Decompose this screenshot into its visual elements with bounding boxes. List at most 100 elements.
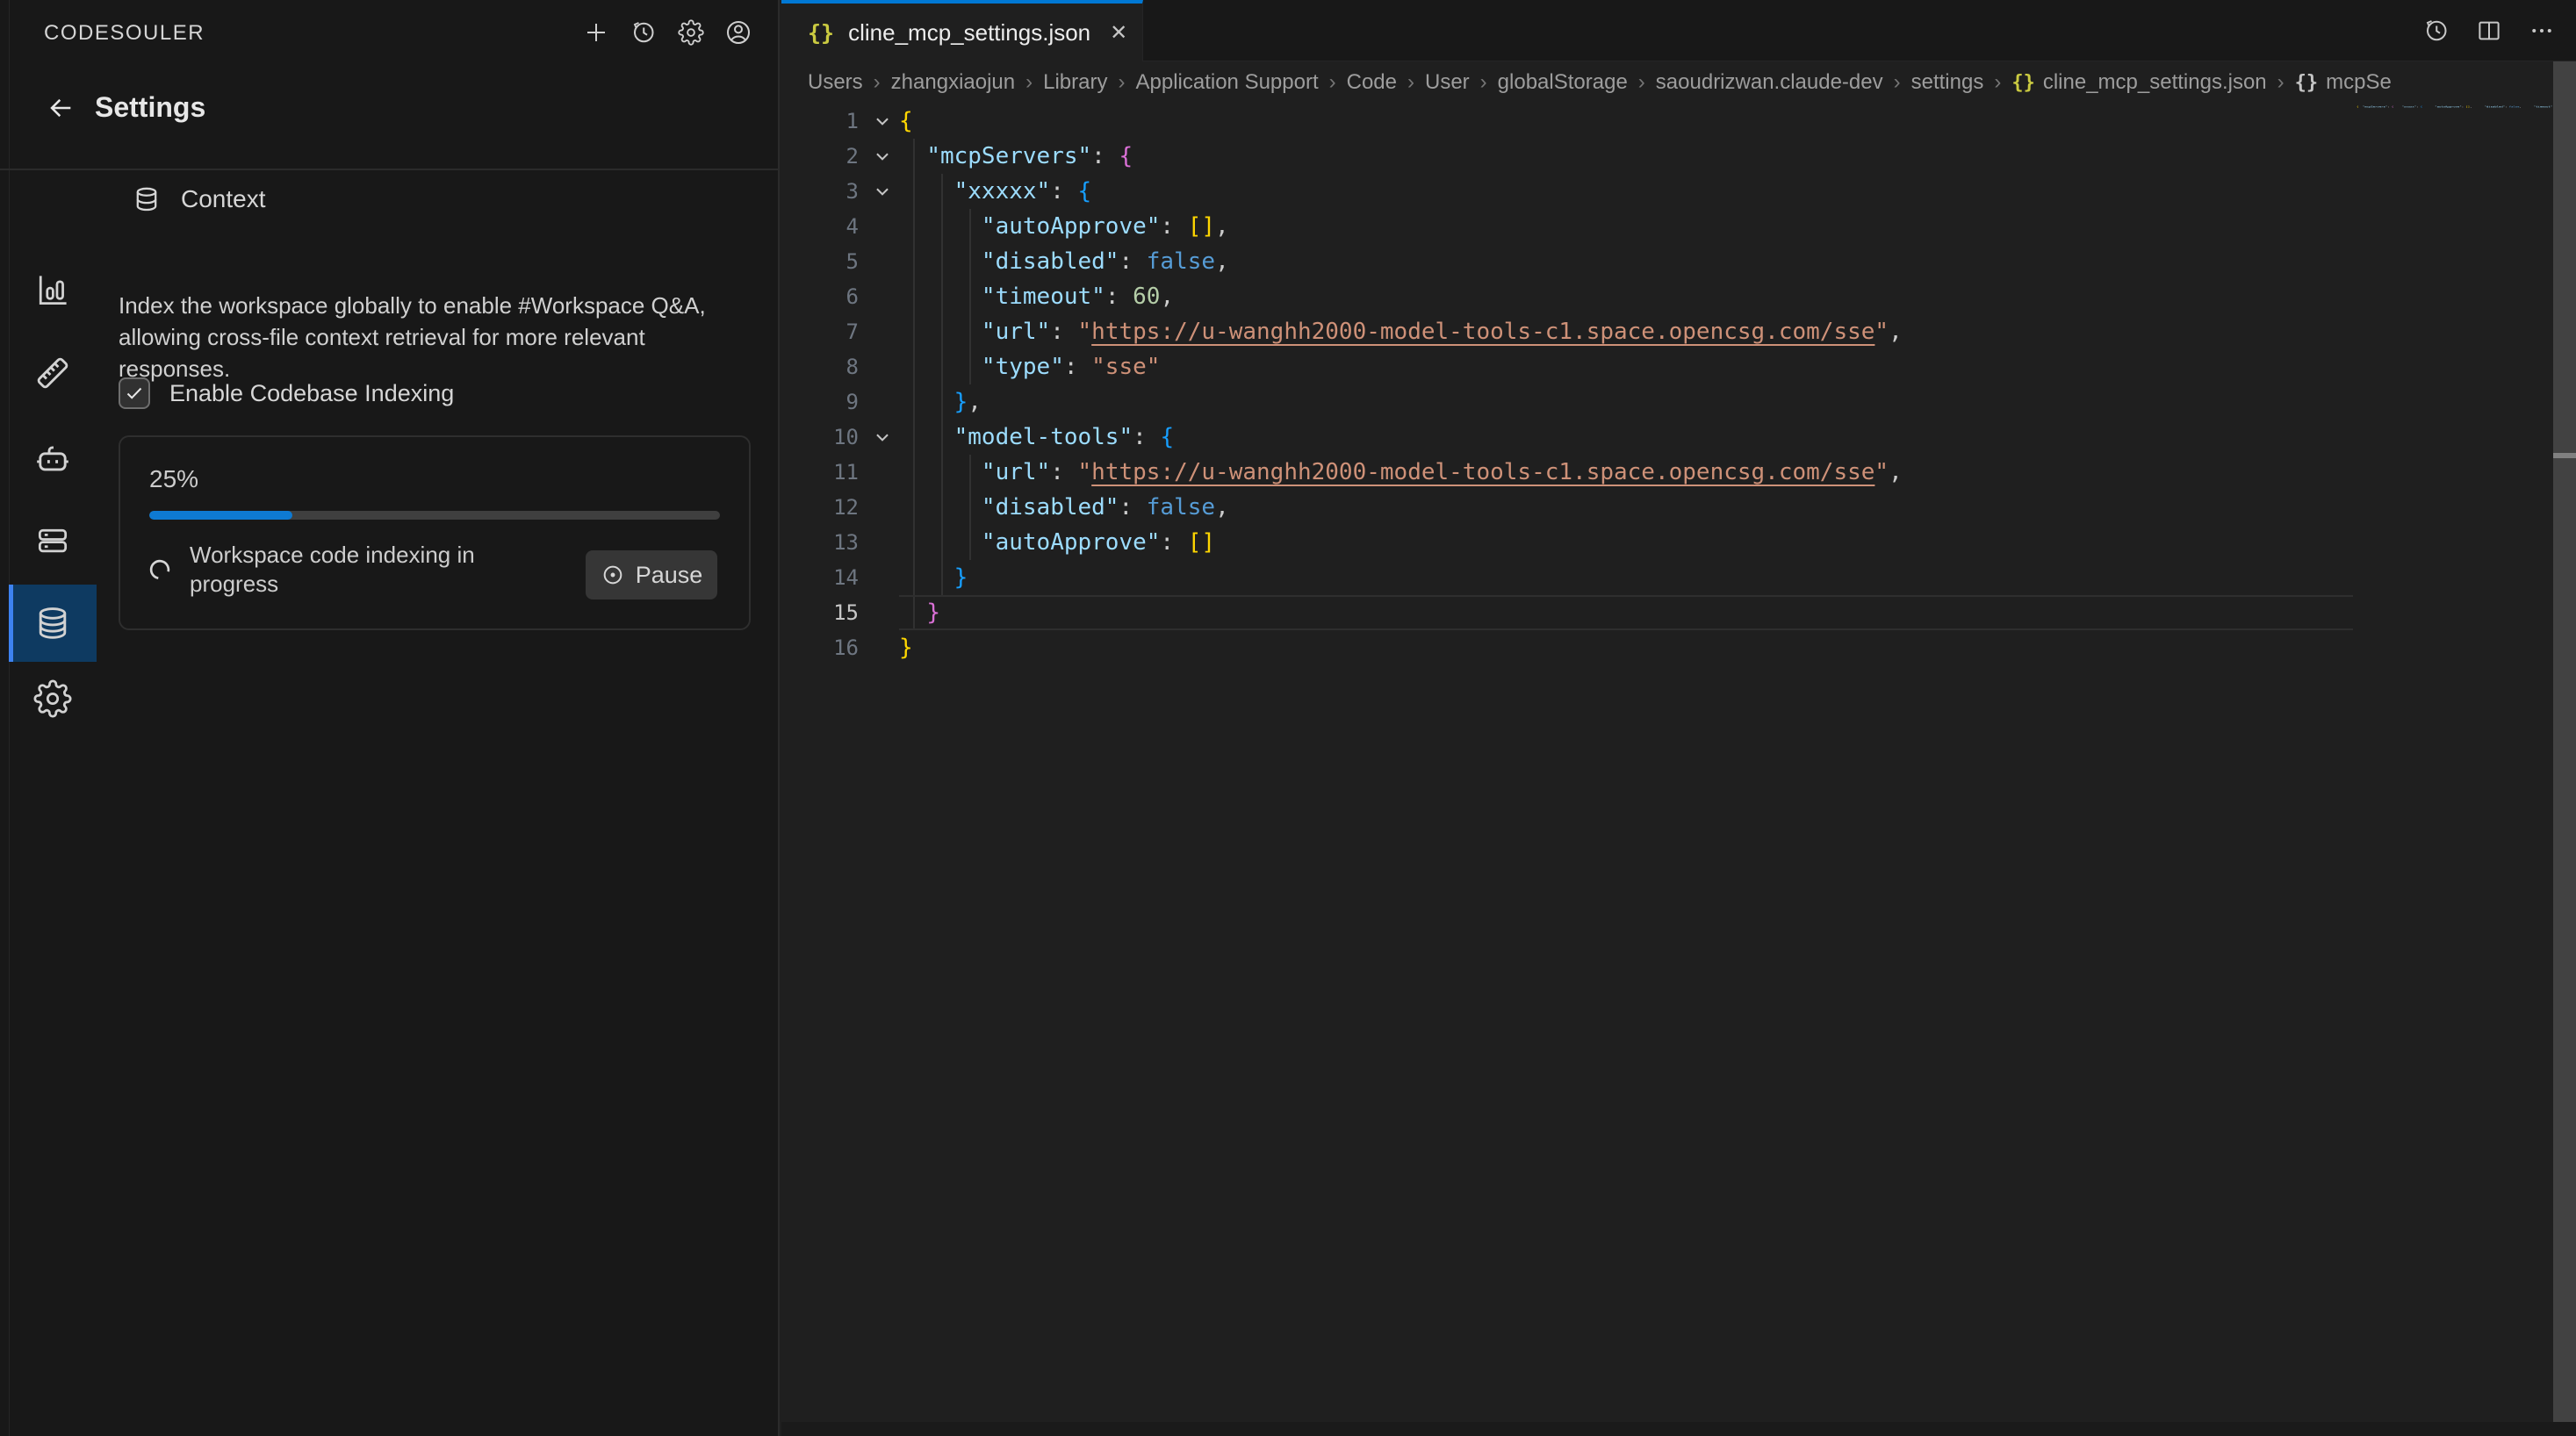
breadcrumb: Users › zhangxiaojun › Library › Application S… [808,61,2572,104]
record-circle-icon [601,563,625,587]
breadcrumb-item[interactable]: Users [808,70,863,95]
fold-spacer [865,455,899,490]
code-line-15[interactable]: 15 } [781,595,2576,630]
back-button[interactable] [46,93,76,123]
breadcrumb-item[interactable]: Code [1347,70,1397,95]
code-line-14[interactable]: 14 } [781,560,2576,595]
history-icon [2423,18,2450,44]
context-description: Index the workspace globally to enable #… [119,290,733,384]
timeline-history-button[interactable] [2421,16,2451,46]
account-button[interactable] [723,18,753,47]
close-tab-icon[interactable]: ✕ [1110,20,1127,46]
rail-item-context[interactable] [9,585,97,662]
code-line-10[interactable]: 10 "model-tools": { [781,420,2576,455]
split-editor-button[interactable] [2474,16,2504,46]
enable-indexing-label: Enable Codebase Indexing [169,380,454,407]
code-line-8[interactable]: 8 "type": "sse" [781,349,2576,384]
breadcrumb-separator: › [1638,70,1645,95]
breadcrumb-separator: › [1994,70,2001,95]
code-lines: 1{2 "mcpServers": {3 "xxxxx": {4 "autoAp… [781,104,2576,665]
indexing-progress-card: 25% Workspace code indexing in progress … [119,435,751,630]
settings-page-title: Settings [95,91,205,124]
breadcrumb-item[interactable]: saoudrizwan.claude-dev [1656,70,1883,95]
code-line-1[interactable]: 1{ [781,104,2576,139]
code-line-3[interactable]: 3 "xxxxx": { [781,174,2576,209]
code-line-2[interactable]: 2 "mcpServers": { [781,139,2576,174]
breadcrumb-item[interactable]: globalStorage [1498,70,1628,95]
line-number: 1 [781,104,865,139]
enable-indexing-checkbox[interactable] [119,377,150,409]
editor-tab-bar: {} cline_mcp_settings.json ✕ [781,0,2576,61]
new-chat-button[interactable] [581,18,611,47]
code-line-text: "url": "https://u-wanghh2000-model-tools… [899,455,1903,490]
rail-item-rules[interactable] [9,334,97,412]
context-section-heading: Context [181,185,266,213]
fold-chevron-down-icon[interactable] [865,174,899,209]
fold-spacer [865,349,899,384]
code-line-6[interactable]: 6 "timeout": 60, [781,279,2576,314]
tab-label: cline_mcp_settings.json [848,19,1090,47]
fold-chevron-down-icon[interactable] [865,420,899,455]
more-actions-button[interactable] [2527,16,2557,46]
code-editor[interactable]: 1{2 "mcpServers": {3 "xxxxx": {4 "autoAp… [781,104,2576,1436]
fold-spacer [865,560,899,595]
gear-icon [33,679,72,718]
code-line-text: } [899,595,940,630]
code-line-5[interactable]: 5 "disabled": false, [781,244,2576,279]
json-braces-gray-icon: {} [2295,72,2319,94]
line-number: 9 [781,384,865,420]
server-stack-icon [33,521,72,560]
rail-item-stats[interactable] [9,251,97,328]
editor-group: {} cline_mcp_settings.json ✕ Users › zhang… [781,0,2576,1436]
more-actions-icon [2529,18,2555,44]
code-line-text: "disabled": false, [899,244,1229,279]
breadcrumb-item[interactable]: Application Support [1135,70,1318,95]
bar-chart-icon [33,270,72,309]
indexing-status-text: Workspace code indexing in progress [190,541,479,599]
history-button[interactable] [629,18,658,47]
code-line-text: }, [899,384,982,420]
ruler-icon [32,353,73,393]
fold-chevron-down-icon[interactable] [865,139,899,174]
code-line-13[interactable]: 13 "autoApprove": [] [781,525,2576,560]
codesouler-panel: CODESOULER Settings [0,0,780,1436]
rail-item-agent[interactable] [9,420,97,498]
database-icon [32,603,73,643]
breadcrumb-item[interactable]: settings [1911,70,1984,95]
code-line-11[interactable]: 11 "url": "https://u-wanghh2000-model-to… [781,455,2576,490]
breadcrumb-item[interactable]: Library [1043,70,1107,95]
minimap[interactable]: { "mcpServers": { "xxxxx": { "autoApprov… [2357,105,2576,109]
fold-chevron-down-icon[interactable] [865,104,899,139]
rail-item-servers[interactable] [9,502,97,579]
breadcrumb-item[interactable]: {}cline_mcp_settings.json [2011,70,2266,95]
breadcrumb-item[interactable]: User [1425,70,1470,95]
breadcrumb-separator: › [1118,70,1125,95]
settings-button[interactable] [676,18,706,47]
enable-indexing-row: Enable Codebase Indexing [119,377,454,409]
tab-cline-mcp-settings[interactable]: {} cline_mcp_settings.json ✕ [781,0,1143,61]
divider [0,169,780,170]
panel-header-actions [581,18,753,47]
code-line-7[interactable]: 7 "url": "https://u-wanghh2000-model-too… [781,314,2576,349]
code-line-9[interactable]: 9 }, [781,384,2576,420]
breadcrumb-separator: › [1329,70,1336,95]
code-line-12[interactable]: 12 "disabled": false, [781,490,2576,525]
pause-indexing-button[interactable]: Pause [586,550,717,600]
fold-spacer [865,490,899,525]
fold-spacer [865,525,899,560]
breadcrumb-item[interactable]: {}mcpSe [2295,70,2392,95]
editor-scrollbar[interactable] [2553,61,2576,1436]
robot-icon [32,439,73,479]
rail-item-settings[interactable] [9,660,97,737]
code-line-16[interactable]: 16} [781,630,2576,665]
progress-bar [149,511,720,520]
line-number: 13 [781,525,865,560]
progress-bar-fill [149,511,292,520]
breadcrumb-separator: › [1025,70,1033,95]
plus-icon [583,19,609,46]
split-editor-icon [2476,18,2502,44]
code-line-text: "timeout": 60, [899,279,1174,314]
json-braces-yellow-icon: {} [2011,72,2035,94]
breadcrumb-item[interactable]: zhangxiaojun [891,70,1015,95]
code-line-4[interactable]: 4 "autoApprove": [], [781,209,2576,244]
